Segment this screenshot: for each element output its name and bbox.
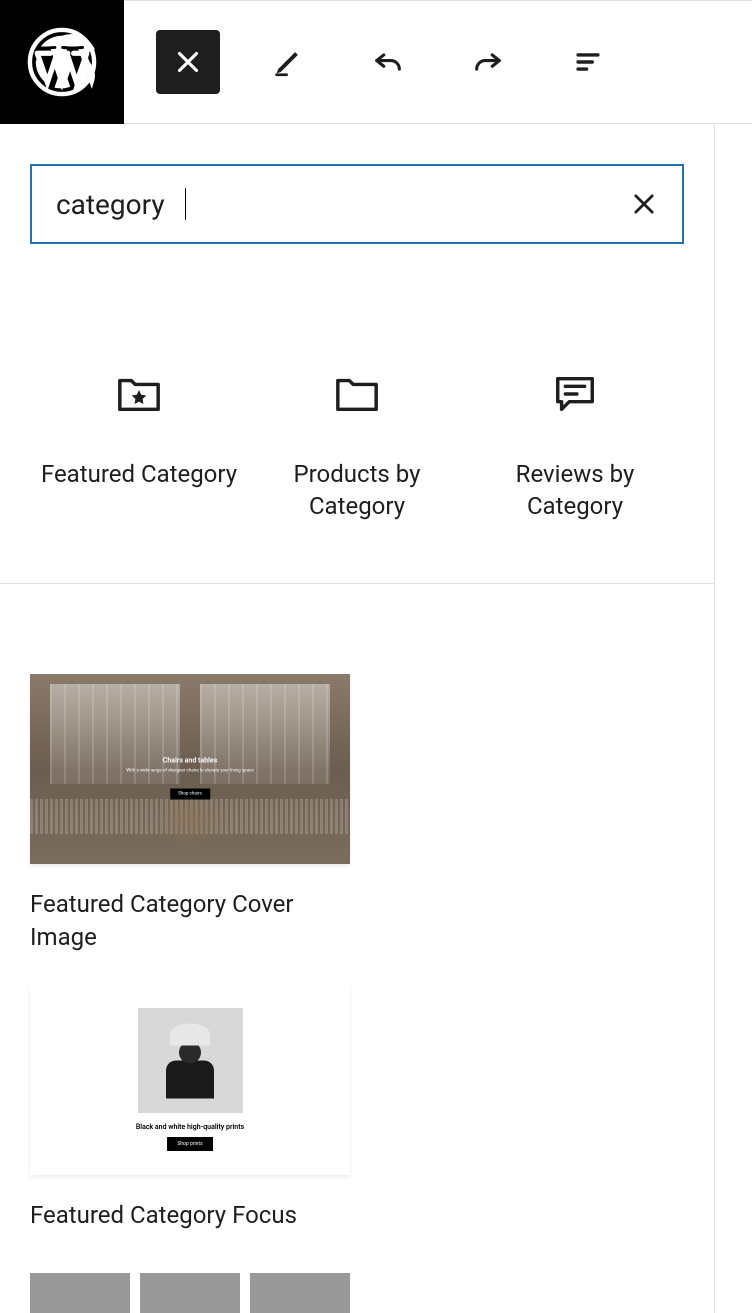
redo-icon [471, 45, 505, 79]
review-icon [552, 374, 598, 414]
pattern-thumb[interactable] [140, 1273, 240, 1313]
block-label: Reviews by Category [475, 458, 675, 523]
pattern-preview: Chairs and tables With a wide range of d… [30, 674, 350, 864]
inserter-panel: Featured Category Products by Category R… [0, 124, 715, 1313]
close-icon [630, 190, 658, 218]
block-label: Products by Category [257, 458, 457, 523]
preview-button: Shop chairs [170, 789, 210, 800]
pattern-label: Featured Category Focus [30, 1199, 350, 1233]
list-icon [571, 45, 605, 79]
pattern-featured-category-cover-image[interactable]: Chairs and tables With a wide range of d… [30, 674, 350, 955]
redo-button[interactable] [456, 30, 520, 94]
preview-title: Black and white high-quality prints [136, 1123, 244, 1131]
blocks-results: Featured Category Products by Category R… [0, 244, 714, 584]
text-cursor [185, 188, 186, 220]
wordpress-logo[interactable] [0, 0, 124, 124]
folder-star-icon [116, 374, 162, 414]
block-products-by-category[interactable]: Products by Category [257, 374, 457, 523]
folder-icon [334, 374, 380, 414]
pattern-thumb[interactable] [250, 1273, 350, 1313]
wordpress-icon [27, 27, 97, 97]
patterns-row-partial [0, 1233, 714, 1313]
preview-subtitle: With a wide range of designer chairs to … [126, 769, 254, 774]
block-label: Featured Category [41, 458, 237, 490]
undo-button[interactable] [356, 30, 420, 94]
block-featured-category[interactable]: Featured Category [39, 374, 239, 523]
clear-search-button[interactable] [630, 190, 658, 218]
pattern-label: Featured Category Cover Image [30, 888, 350, 955]
search-container [0, 124, 714, 244]
toolbar [124, 30, 620, 94]
pattern-thumb[interactable] [30, 1273, 130, 1313]
editor-topbar [0, 0, 752, 124]
close-inserter-button[interactable] [156, 30, 220, 94]
pattern-featured-category-focus[interactable]: Black and white high-quality prints Shop… [30, 985, 350, 1233]
pattern-preview: Black and white high-quality prints Shop… [30, 985, 350, 1175]
patterns-results: Chairs and tables With a wide range of d… [0, 584, 714, 1233]
search-box [30, 164, 684, 244]
preview-button: Shop prints [167, 1137, 212, 1151]
edit-button[interactable] [256, 30, 320, 94]
block-reviews-by-category[interactable]: Reviews by Category [475, 374, 675, 523]
close-icon [171, 45, 205, 79]
undo-icon [371, 45, 405, 79]
pencil-icon [271, 45, 305, 79]
search-input[interactable] [56, 188, 630, 221]
document-outline-button[interactable] [556, 30, 620, 94]
preview-title: Chairs and tables [126, 757, 254, 765]
